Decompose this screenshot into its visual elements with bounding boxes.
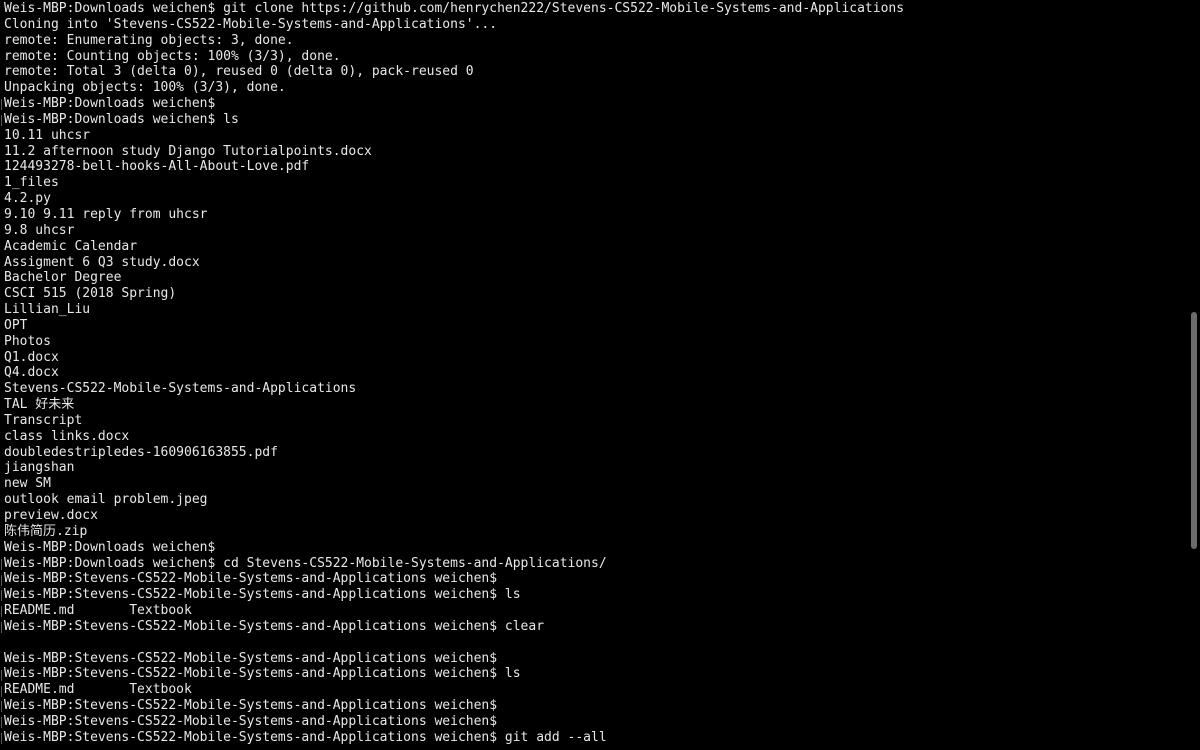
terminal-line: 9.10 9.11 reply from uhcsr: [4, 206, 208, 222]
terminal-line: 9.8 uhcsr: [4, 222, 75, 238]
line-mark: [1, 114, 2, 126]
scrollbar-thumb[interactable]: [1191, 312, 1197, 549]
terminal-line: Assigment 6 Q3 study.docx: [4, 254, 200, 270]
line-mark: [1, 685, 2, 697]
terminal-line: Bachelor Degree: [4, 270, 122, 286]
terminal-line: README.md Textbook: [4, 603, 192, 619]
terminal-window[interactable]: Weis-MBP:Downloads weichen$ git clone ht…: [0, 0, 1200, 750]
terminal-line: 1_files: [4, 175, 59, 191]
terminal-line: 4.2.py: [4, 191, 51, 207]
scrollbar-track[interactable]: [1188, 0, 1200, 750]
line-mark: [1, 669, 2, 681]
terminal-line: Q4.docx: [4, 365, 59, 381]
terminal-line: Weis-MBP:Stevens-CS522-Mobile-Systems-an…: [4, 729, 607, 745]
terminal-line: Weis-MBP:Downloads weichen$: [4, 96, 216, 112]
terminal-line: Weis-MBP:Stevens-CS522-Mobile-Systems-an…: [4, 618, 545, 634]
terminal-line: OPT: [4, 317, 28, 333]
line-mark: [1, 606, 2, 618]
terminal-line: Stevens-CS522-Mobile-Systems-and-Applica…: [4, 381, 357, 397]
terminal-line: 11.2 afternoon study Django Tutorialpoin…: [4, 143, 372, 159]
line-mark: [1, 99, 2, 111]
terminal-line: 10.11 uhcsr: [4, 127, 91, 143]
line-mark: [1, 574, 2, 586]
terminal-line: Weis-MBP:Stevens-CS522-Mobile-Systems-an…: [4, 650, 498, 666]
terminal-line: remote: Enumerating objects: 3, done.: [4, 32, 294, 48]
terminal-line: TAL 好未来: [4, 397, 75, 413]
terminal-line: doubledestripledes-160906163855.pdf: [4, 444, 278, 460]
terminal-line: Lillian_Liu: [4, 302, 91, 318]
terminal-line: 陈伟简历.zip: [4, 523, 88, 539]
terminal-line: remote: Counting objects: 100% (3/3), do…: [4, 48, 341, 64]
line-mark: [1, 590, 2, 602]
terminal-line: Weis-MBP:Stevens-CS522-Mobile-Systems-an…: [4, 698, 498, 714]
terminal-line: Photos: [4, 333, 51, 349]
terminal-line: Weis-MBP:Downloads weichen$ ls: [4, 111, 239, 127]
terminal-line: Weis-MBP:Stevens-CS522-Mobile-Systems-an…: [4, 713, 498, 729]
line-mark: [1, 733, 2, 745]
terminal-line: CSCI 515 (2018 Spring): [4, 286, 177, 302]
terminal-line: remote: Total 3 (delta 0), reused 0 (del…: [4, 64, 474, 80]
terminal-line: 124493278-bell-hooks-All-About-Love.pdf: [4, 159, 310, 175]
terminal-line: outlook email problem.jpeg: [4, 492, 208, 508]
terminal-line: Academic Calendar: [4, 238, 138, 254]
terminal-line: Weis-MBP:Stevens-CS522-Mobile-Systems-an…: [4, 587, 521, 603]
line-mark: [1, 622, 2, 634]
terminal-line: new SM: [4, 476, 51, 492]
terminal-line: Transcript: [4, 412, 83, 428]
terminal-line: Weis-MBP:Stevens-CS522-Mobile-Systems-an…: [4, 666, 521, 682]
terminal-line: Q1.docx: [4, 349, 59, 365]
terminal-line: Weis-MBP:Downloads weichen$ cd Stevens-C…: [4, 555, 607, 571]
terminal-line: preview.docx: [4, 508, 98, 523]
terminal-line: jiangshan: [4, 460, 75, 476]
line-mark: [1, 558, 2, 570]
line-mark: [1, 701, 2, 713]
terminal-line: class links.docx: [4, 428, 130, 444]
terminal-line: Weis-MBP:Downloads weichen$ git clone ht…: [4, 1, 905, 16]
line-mark: [1, 717, 2, 729]
terminal-line: Weis-MBP:Stevens-CS522-Mobile-Systems-an…: [4, 571, 498, 587]
terminal-output[interactable]: Weis-MBP:Downloads weichen$ git clone ht…: [4, 1, 1184, 750]
terminal-line: Weis-MBP:Downloads weichen$: [4, 539, 216, 555]
terminal-line: Cloning into 'Stevens-CS522-Mobile-Syste…: [4, 16, 498, 32]
terminal-line: README.md Textbook: [4, 682, 192, 698]
terminal-line: Unpacking objects: 100% (3/3), done.: [4, 80, 286, 96]
